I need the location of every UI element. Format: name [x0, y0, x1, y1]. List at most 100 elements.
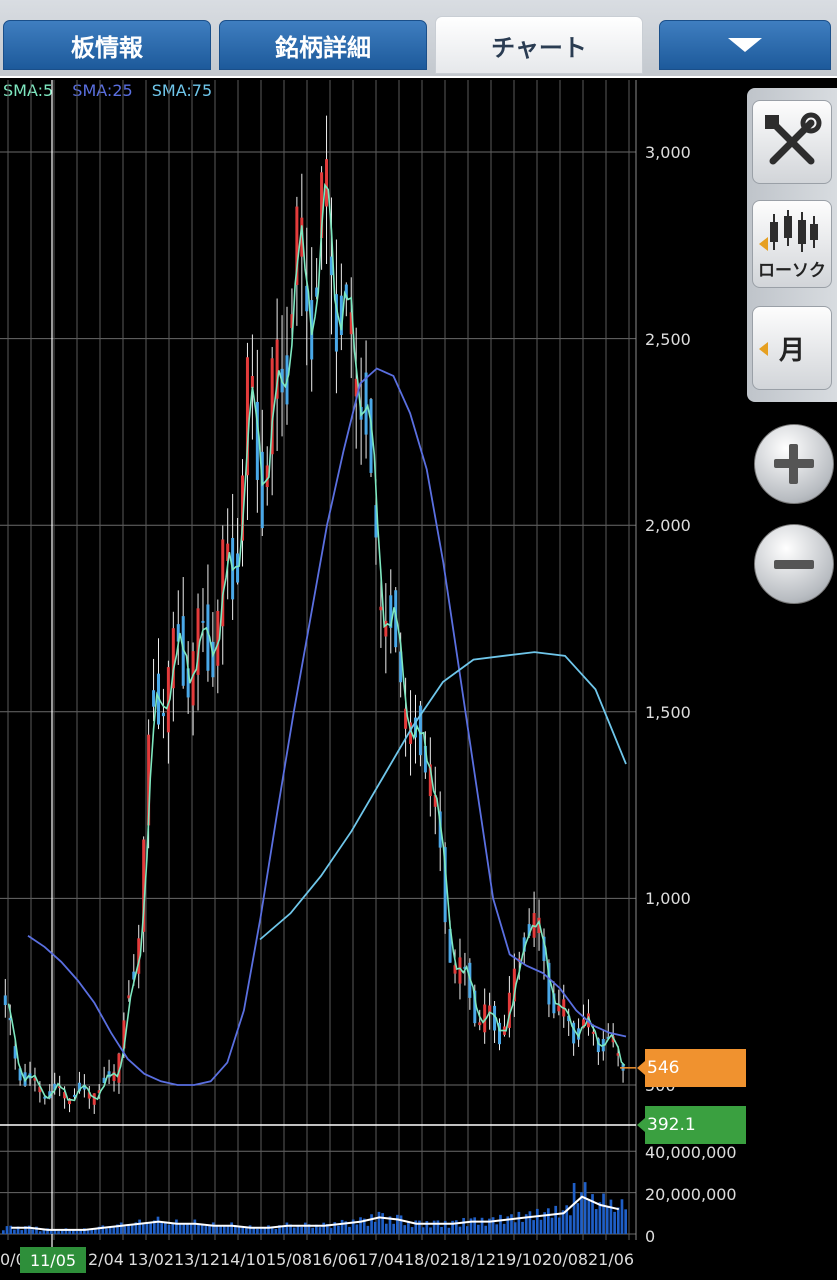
x-tick-label: 13/02 [128, 1250, 175, 1269]
expand-left-icon [759, 237, 768, 251]
volume-bar [421, 1227, 425, 1234]
volume-bar [86, 1230, 90, 1234]
volume-bar [138, 1219, 141, 1234]
volume-bar [495, 1224, 499, 1234]
volume-bar [605, 1206, 609, 1234]
x-tick-label: 18/02 [404, 1250, 451, 1269]
chart-type-label: ローソク [758, 260, 826, 281]
volume-bar [373, 1221, 377, 1234]
candle-body [236, 553, 240, 583]
volume-bar [241, 1227, 245, 1234]
volume-bar [594, 1209, 598, 1234]
x-tick-label: 15/08 [266, 1250, 313, 1269]
volume-bar [167, 1224, 171, 1234]
volume-bar [274, 1228, 278, 1234]
chart-settings-button[interactable] [752, 100, 832, 184]
volume-bar [178, 1223, 182, 1234]
volume-bar [517, 1211, 521, 1234]
volume-bar [119, 1222, 123, 1234]
plus-icon [774, 444, 814, 484]
candle-body [591, 1031, 595, 1034]
volume-bar [189, 1223, 193, 1234]
volume-bar [256, 1228, 259, 1234]
x-tick-label: 20/08 [542, 1250, 589, 1269]
candle-body [201, 620, 205, 623]
volume-bar [528, 1211, 532, 1234]
volume-bar [602, 1193, 605, 1234]
tab-stock-detail[interactable]: 銘柄詳細 [219, 20, 427, 70]
x-tick-label: 19/10 [496, 1250, 543, 1269]
volume-bar [554, 1205, 558, 1234]
volume-bar [263, 1228, 267, 1234]
volume-bar [108, 1227, 112, 1234]
volume-bar [616, 1207, 620, 1234]
volume-bar [156, 1216, 160, 1234]
tab-stock-detail-label: 銘柄詳細 [275, 33, 371, 62]
candle-body [325, 159, 329, 207]
volume-bar [480, 1217, 484, 1234]
volume-bar [211, 1222, 215, 1234]
volume-bar [285, 1222, 289, 1234]
tab-board-info[interactable]: 板情報 [3, 20, 211, 70]
volume-bar [281, 1226, 285, 1234]
volume-bar [407, 1221, 410, 1234]
y-tick-label: 2,500 [645, 330, 691, 349]
candle-body [92, 1093, 96, 1105]
x-tick-label: 17/04 [358, 1250, 405, 1269]
tab-chart-label: チャート [491, 33, 587, 62]
volume-bar [484, 1225, 488, 1234]
volume-bar [230, 1222, 233, 1234]
volume-bar [598, 1202, 602, 1234]
reference-price-value: 392.1 [647, 1115, 696, 1135]
volume-bar [370, 1214, 373, 1234]
x-tick-label: 13/12 [174, 1250, 221, 1269]
tab-more-dropdown[interactable] [659, 20, 831, 70]
tools-icon [765, 112, 822, 165]
volume-bar [68, 1230, 71, 1234]
volume-bar [502, 1223, 506, 1234]
volume-bar [127, 1225, 130, 1234]
volume-bar [384, 1223, 388, 1234]
y-tick-label: 1,000 [645, 889, 691, 908]
volume-bar [75, 1230, 79, 1234]
period-button[interactable]: 月 [752, 306, 832, 390]
volume-bar [576, 1203, 580, 1234]
volume-bar [193, 1219, 197, 1234]
volume-bar [477, 1224, 480, 1234]
current-price-value: 546 [647, 1058, 680, 1078]
chart-type-button[interactable]: ローソク [752, 200, 832, 288]
volume-bar [329, 1228, 333, 1234]
volume-bar [418, 1220, 421, 1234]
tab-board-info-label: 板情報 [71, 33, 143, 62]
volume-bar [112, 1227, 116, 1234]
volume-bar [499, 1214, 502, 1234]
zoom-out-button[interactable] [754, 524, 834, 604]
volume-bar [558, 1217, 561, 1234]
volume-bar [355, 1224, 359, 1234]
y-tick-label: 3,000 [645, 143, 691, 162]
volume-bar [532, 1220, 535, 1234]
tab-chart[interactable]: チャート [435, 16, 643, 74]
period-label: 月 [778, 335, 805, 366]
volume-tick-label: 0 [645, 1227, 656, 1246]
volume-bar [160, 1222, 164, 1234]
volume-bar [38, 1231, 42, 1234]
volume-bar [410, 1227, 414, 1234]
volume-bar [535, 1208, 539, 1234]
volume-bar [226, 1225, 230, 1234]
volume-bar [432, 1220, 436, 1234]
volume-bar [462, 1217, 465, 1234]
x-tick-label: 2/04 [88, 1250, 124, 1269]
price-chart[interactable] [0, 78, 640, 1248]
sma75-line [259, 651, 627, 941]
zoom-in-button[interactable] [754, 424, 834, 504]
volume-bar [572, 1183, 576, 1234]
volume-bar [587, 1199, 591, 1234]
volume-bar [491, 1217, 495, 1234]
volume-bar [436, 1220, 440, 1234]
volume-bar [204, 1226, 208, 1234]
volume-bar [171, 1222, 175, 1234]
volume-bar [381, 1213, 384, 1234]
volume-bar [208, 1225, 211, 1234]
volume-bar [624, 1209, 627, 1234]
